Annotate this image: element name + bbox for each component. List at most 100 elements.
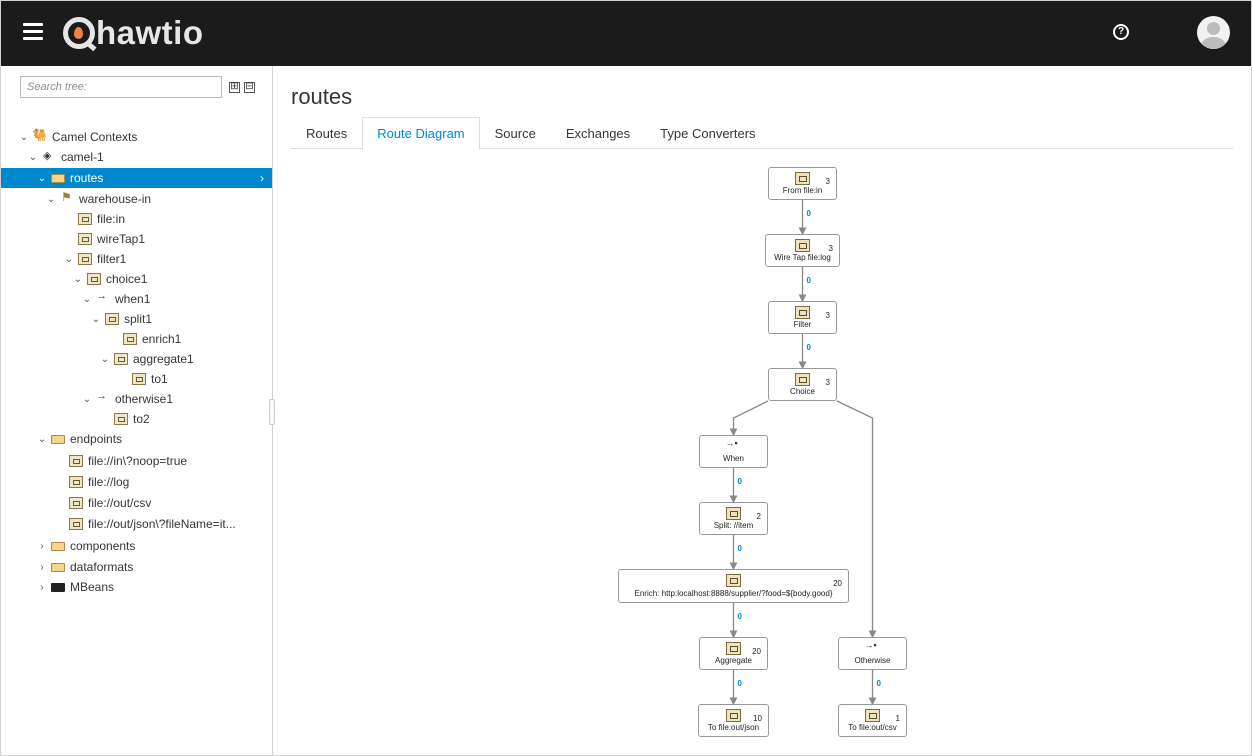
collapse-all-icon[interactable]: ⊟ xyxy=(244,82,255,93)
tree-node-when1[interactable]: ⌄ when1 xyxy=(1,289,272,309)
choice-icon xyxy=(87,273,101,285)
chevron-down-icon[interactable]: ⌄ xyxy=(27,152,39,163)
help-icon[interactable]: ? xyxy=(1113,24,1129,40)
edge-count-label: 0 xyxy=(876,679,881,688)
diagram-node-tocsv[interactable]: 1 To file:out/csv xyxy=(838,704,907,737)
chevron-down-icon[interactable]: ⌄ xyxy=(36,173,48,184)
hawtio-logo-icon xyxy=(63,17,95,49)
tree-node-camel-contexts[interactable]: ⌄ Camel Contexts xyxy=(1,127,272,147)
tree-node-file-in[interactable]: file:in xyxy=(1,209,272,229)
tree-node-label: to1 xyxy=(151,372,168,386)
node-exchange-count: 20 xyxy=(752,647,761,656)
tree-node-label: file://in\?noop=true xyxy=(88,454,188,468)
enrich-icon xyxy=(725,574,741,587)
folder-icon xyxy=(51,541,65,551)
tree-node-file-log[interactable]: file://log xyxy=(1,472,272,492)
chevron-down-icon[interactable]: ⌄ xyxy=(90,314,102,325)
when-icon xyxy=(726,438,741,453)
tree-node-dataformats[interactable]: › dataformats xyxy=(1,557,272,577)
node-exchange-count: 3 xyxy=(825,177,830,186)
chevron-right-icon[interactable]: › xyxy=(36,562,48,573)
aggregate-icon xyxy=(725,642,741,655)
diagram-node-enrich[interactable]: 20 Enrich: http:localhost:8888/supplier/?… xyxy=(618,569,849,603)
diagram-node-from[interactable]: 3 From file:in xyxy=(768,167,837,200)
top-navbar: hawtio ? xyxy=(1,1,1251,66)
tree-node-to2[interactable]: to2 xyxy=(1,409,272,429)
tree-node-routes[interactable]: ⌄ routes › xyxy=(1,168,272,188)
hamburger-menu-icon[interactable] xyxy=(23,23,43,41)
diagram-node-when[interactable]: When xyxy=(699,435,768,468)
node-label: Otherwise xyxy=(854,656,891,665)
chevron-right-icon: › xyxy=(260,171,264,185)
diagram-node-split[interactable]: 2 Split: //item xyxy=(699,502,768,535)
tree-node-choice1[interactable]: ⌄ choice1 xyxy=(1,269,272,289)
tree-node-enrich1[interactable]: enrich1 xyxy=(1,329,272,349)
folder-dark-icon xyxy=(51,582,65,592)
diagram-node-wiretap[interactable]: 3 Wire Tap file:log xyxy=(765,234,840,267)
node-exchange-count: 10 xyxy=(753,714,762,723)
tree-node-filter1[interactable]: ⌄ filter1 xyxy=(1,249,272,269)
tree-node-mbeans[interactable]: › MBeans xyxy=(1,577,272,597)
tree-node-file-out-csv[interactable]: file://out/csv xyxy=(1,493,272,513)
tree-node-file-out-json-filename-it[interactable]: file://out/json\?fileName=it... xyxy=(1,514,272,534)
chevron-down-icon[interactable]: ⌄ xyxy=(81,294,93,305)
enrich-icon xyxy=(123,333,137,345)
tree-node-split1[interactable]: ⌄ split1 xyxy=(1,309,272,329)
tree-node-camel-1[interactable]: ⌄ camel-1 xyxy=(1,147,272,167)
tree-node-wiretap1[interactable]: wireTap1 xyxy=(1,229,272,249)
search-tree-input[interactable] xyxy=(20,76,222,98)
endpoint-icon xyxy=(69,518,83,530)
tree-node-warehouse-in[interactable]: ⌄ warehouse-in xyxy=(1,189,272,209)
node-exchange-count: 1 xyxy=(895,714,900,723)
tree-node-label: dataformats xyxy=(70,560,134,574)
node-label: To file:out/json xyxy=(707,723,760,732)
chevron-right-icon[interactable]: › xyxy=(36,582,48,593)
endpoint-icon xyxy=(69,497,83,509)
tree-node-label: choice1 xyxy=(106,272,148,286)
tree-node-label: wireTap1 xyxy=(97,232,146,246)
tree-node-label: endpoints xyxy=(70,432,123,446)
folder-icon xyxy=(51,173,65,183)
chevron-down-icon[interactable]: ⌄ xyxy=(36,434,48,445)
endpoint-icon xyxy=(69,455,83,467)
tree-node-file-in-noop-true[interactable]: file://in\?noop=true xyxy=(1,451,272,471)
folder-icon xyxy=(51,434,65,444)
tree-node-components[interactable]: › components xyxy=(1,536,272,556)
tree-node-to1[interactable]: to1 xyxy=(1,369,272,389)
diagram-node-aggregate[interactable]: 20 Aggregate xyxy=(699,637,768,670)
tree-node-label: aggregate1 xyxy=(133,352,194,366)
chevron-right-icon[interactable]: › xyxy=(36,541,48,552)
edge-count-label: 0 xyxy=(737,612,742,621)
node-exchange-count: 20 xyxy=(833,579,842,588)
chevron-down-icon[interactable]: ⌄ xyxy=(81,394,93,405)
chevron-down-icon[interactable]: ⌄ xyxy=(45,194,57,205)
to-icon xyxy=(725,709,741,722)
tree-node-label: file://log xyxy=(88,475,130,489)
edge-count-label: 0 xyxy=(737,477,742,486)
expand-all-icon[interactable]: ⊞ xyxy=(229,82,240,93)
tree-node-label: split1 xyxy=(124,312,153,326)
diagram-node-choice[interactable]: 3 Choice xyxy=(768,368,837,401)
tree-node-label: MBeans xyxy=(70,580,115,594)
user-avatar-icon[interactable] xyxy=(1197,16,1230,49)
filter-icon xyxy=(794,306,810,319)
chevron-down-icon[interactable]: ⌄ xyxy=(18,132,30,143)
filter-icon xyxy=(78,253,92,265)
when-icon xyxy=(96,290,110,305)
tree-node-otherwise1[interactable]: ⌄ otherwise1 xyxy=(1,389,272,409)
route-icon xyxy=(60,190,74,205)
edge-count-label: 0 xyxy=(806,343,811,352)
tree-node-aggregate1[interactable]: ⌄ aggregate1 xyxy=(1,349,272,369)
tree-node-endpoints[interactable]: ⌄ endpoints xyxy=(1,429,272,449)
node-label: To file:out/csv xyxy=(848,723,897,732)
diagram-node-filter[interactable]: 3 Filter xyxy=(768,301,837,334)
app-logo[interactable]: hawtio xyxy=(63,13,204,53)
diagram-node-otherwise[interactable]: Otherwise xyxy=(838,637,907,670)
chevron-down-icon[interactable]: ⌄ xyxy=(63,254,75,265)
tree-node-label: filter1 xyxy=(97,252,127,266)
chevron-down-icon[interactable]: ⌄ xyxy=(99,354,111,365)
diagram-node-tojson[interactable]: 10 To file:out/json xyxy=(698,704,769,737)
node-label: Wire Tap file:log xyxy=(774,253,831,262)
node-label: From file:in xyxy=(782,186,823,195)
chevron-down-icon[interactable]: ⌄ xyxy=(72,274,84,285)
